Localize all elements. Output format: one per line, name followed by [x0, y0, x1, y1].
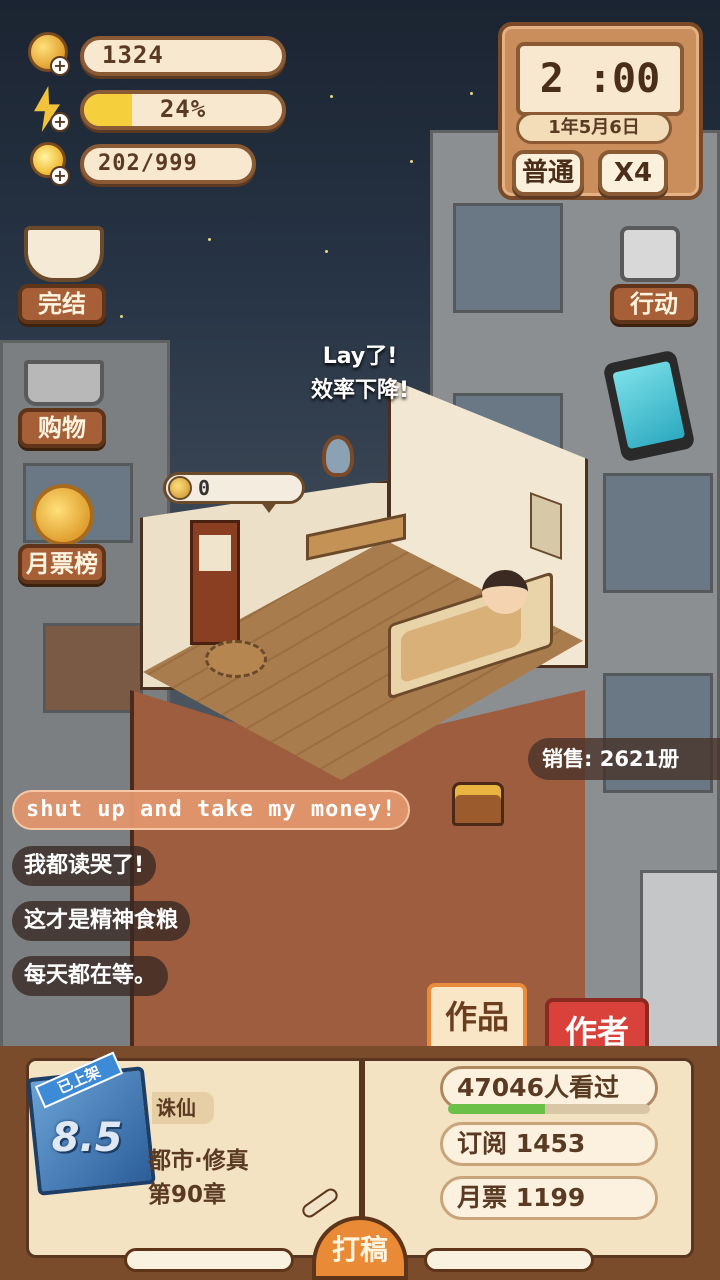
coin-icon [168, 476, 192, 500]
mode-button[interactable]: 普通 [512, 150, 584, 196]
add-coins-icon[interactable]: + [50, 56, 70, 76]
round-rug [205, 640, 267, 678]
book-title: 诛仙 [152, 1092, 214, 1124]
energy-fill [84, 94, 132, 126]
monthly-votes-count: 月票 1199 [440, 1176, 658, 1220]
reader-comment: 我都读哭了! [12, 846, 157, 886]
reader-comment-highlight: shut up and take my money! [12, 790, 411, 830]
building-window [453, 203, 563, 313]
building-window [603, 473, 713, 593]
left-progress-slot [124, 1248, 294, 1272]
subscriptions-count: 订阅 1453 [440, 1122, 658, 1166]
action-label: 行动 [610, 284, 698, 324]
monthly-rank-label: 月票榜 [18, 544, 106, 584]
energy-value: 24% [159, 95, 207, 123]
star [470, 92, 473, 95]
wall-poster [530, 492, 562, 560]
shop-label: 购物 [18, 408, 106, 448]
coins-bar: 1324 [80, 36, 286, 76]
finish-label: 完结 [18, 284, 106, 324]
sleeping-character[interactable] [482, 570, 528, 614]
action-device-icon [620, 226, 680, 282]
door-window [199, 535, 231, 571]
views-progress-bar [448, 1104, 650, 1114]
medal-icon [32, 484, 94, 546]
reader-comment: 每天都在等。 [12, 956, 169, 996]
clock-panel: 2 :00 1年5月6日 普通 X4 [498, 22, 703, 200]
star [120, 315, 123, 318]
reader-comment: 这才是精神食粮 [12, 901, 191, 941]
tab-works[interactable]: 作品 [427, 983, 527, 1055]
monthly-rank-button[interactable]: 月票榜 [16, 478, 112, 588]
coins-value: 1324 [102, 41, 164, 69]
treasure-chest-icon[interactable] [452, 782, 504, 826]
star [325, 250, 328, 253]
coin-bubble[interactable]: 0 [163, 472, 305, 513]
sales-count: 销售: 2621册 [528, 738, 720, 780]
bubble-tail [260, 501, 278, 513]
book-score: 8.5 [51, 1115, 123, 1161]
building-window [43, 623, 143, 713]
star [410, 160, 413, 163]
action-button[interactable]: 行动 [608, 226, 704, 330]
star [208, 238, 211, 241]
room-door[interactable] [190, 520, 240, 645]
status-floating-text: Lay了! 效率下降! [270, 340, 450, 408]
add-inspiration-icon[interactable]: + [50, 166, 70, 186]
right-progress-slot [424, 1248, 594, 1272]
open-book-icon [24, 226, 104, 282]
coin-bubble-value: 0 [198, 476, 211, 500]
speed-button[interactable]: X4 [598, 150, 668, 196]
game-date: 1年5月6日 [516, 112, 672, 144]
inspiration-bar: 202/999 [80, 144, 256, 184]
shopping-basket-icon [24, 360, 104, 406]
phone-screen-icon [612, 360, 686, 450]
views-text: 47046人看过 [457, 1073, 619, 1102]
shop-button[interactable]: 购物 [16, 350, 112, 454]
status-line-2: 效率下降! [310, 378, 410, 403]
game-clock: 2 :00 [516, 42, 684, 116]
views-progress-fill [448, 1104, 545, 1114]
add-energy-icon[interactable]: + [50, 112, 70, 132]
energy-bar: 24% [80, 90, 286, 130]
round-window [322, 435, 354, 477]
inspiration-value: 202/999 [98, 151, 198, 176]
finish-button[interactable]: 完结 [16, 226, 112, 330]
book-genre: 都市·修真 [148, 1148, 249, 1174]
book-chapter: 第90章 [148, 1182, 227, 1208]
star [330, 95, 333, 98]
status-line-1: Lay了! [322, 344, 398, 369]
